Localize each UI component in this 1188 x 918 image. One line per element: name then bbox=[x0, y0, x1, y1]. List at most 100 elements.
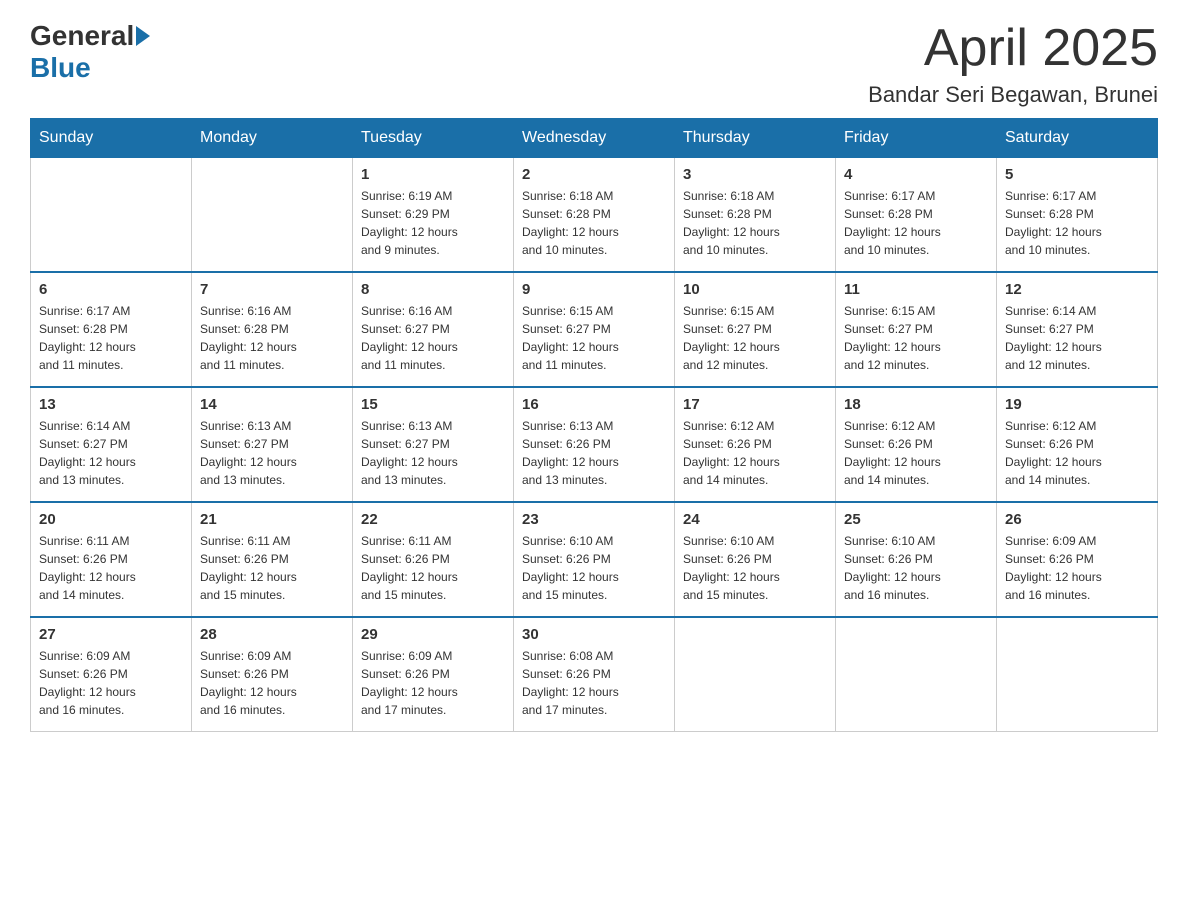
calendar-cell: 15 Sunrise: 6:13 AM Sunset: 6:27 PM Dayli… bbox=[353, 387, 514, 502]
day-number: 24 bbox=[683, 511, 827, 528]
calendar-cell bbox=[997, 617, 1158, 732]
logo-blue-text: Blue bbox=[30, 52, 91, 84]
day-info: Sunrise: 6:11 AM Sunset: 6:26 PM Dayligh… bbox=[39, 532, 183, 604]
day-number: 16 bbox=[522, 396, 666, 413]
calendar-table: SundayMondayTuesdayWednesdayThursdayFrid… bbox=[30, 118, 1158, 732]
calendar-cell: 9 Sunrise: 6:15 AM Sunset: 6:27 PM Daylig… bbox=[514, 272, 675, 387]
day-info: Sunrise: 6:12 AM Sunset: 6:26 PM Dayligh… bbox=[844, 417, 988, 489]
calendar-cell: 13 Sunrise: 6:14 AM Sunset: 6:27 PM Dayli… bbox=[31, 387, 192, 502]
day-info: Sunrise: 6:16 AM Sunset: 6:28 PM Dayligh… bbox=[200, 302, 344, 374]
calendar-header-row: SundayMondayTuesdayWednesdayThursdayFrid… bbox=[31, 119, 1158, 158]
day-number: 29 bbox=[361, 626, 505, 643]
calendar-cell: 24 Sunrise: 6:10 AM Sunset: 6:26 PM Dayli… bbox=[675, 502, 836, 617]
day-info: Sunrise: 6:13 AM Sunset: 6:26 PM Dayligh… bbox=[522, 417, 666, 489]
calendar-cell: 27 Sunrise: 6:09 AM Sunset: 6:26 PM Dayli… bbox=[31, 617, 192, 732]
calendar-cell bbox=[836, 617, 997, 732]
calendar-week-row: 27 Sunrise: 6:09 AM Sunset: 6:26 PM Dayli… bbox=[31, 617, 1158, 732]
day-info: Sunrise: 6:09 AM Sunset: 6:26 PM Dayligh… bbox=[361, 647, 505, 719]
day-info: Sunrise: 6:15 AM Sunset: 6:27 PM Dayligh… bbox=[522, 302, 666, 374]
logo-general-text: General bbox=[30, 20, 134, 52]
day-info: Sunrise: 6:12 AM Sunset: 6:26 PM Dayligh… bbox=[1005, 417, 1149, 489]
day-info: Sunrise: 6:14 AM Sunset: 6:27 PM Dayligh… bbox=[1005, 302, 1149, 374]
calendar-cell bbox=[675, 617, 836, 732]
day-number: 11 bbox=[844, 281, 988, 298]
day-info: Sunrise: 6:09 AM Sunset: 6:26 PM Dayligh… bbox=[200, 647, 344, 719]
day-number: 22 bbox=[361, 511, 505, 528]
calendar-cell: 20 Sunrise: 6:11 AM Sunset: 6:26 PM Dayli… bbox=[31, 502, 192, 617]
day-number: 30 bbox=[522, 626, 666, 643]
calendar-cell: 23Sunrise: 6:10 AM Sunset: 6:26 PM Dayli… bbox=[514, 502, 675, 617]
calendar-cell: 28 Sunrise: 6:09 AM Sunset: 6:26 PM Dayli… bbox=[192, 617, 353, 732]
day-number: 26 bbox=[1005, 511, 1149, 528]
day-info: Sunrise: 6:17 AM Sunset: 6:28 PM Dayligh… bbox=[1005, 187, 1149, 259]
day-info: Sunrise: 6:10 AM Sunset: 6:26 PM Dayligh… bbox=[844, 532, 988, 604]
day-number: 21 bbox=[200, 511, 344, 528]
day-number: 9 bbox=[522, 281, 666, 298]
day-number: 1 bbox=[361, 166, 505, 183]
day-info: Sunrise: 6:10 AM Sunset: 6:26 PM Dayligh… bbox=[522, 532, 666, 604]
day-number: 8 bbox=[361, 281, 505, 298]
day-number: 5 bbox=[1005, 166, 1149, 183]
day-info: Sunrise: 6:15 AM Sunset: 6:27 PM Dayligh… bbox=[683, 302, 827, 374]
calendar-header-friday: Friday bbox=[836, 119, 997, 158]
calendar-cell: 16 Sunrise: 6:13 AM Sunset: 6:26 PM Dayli… bbox=[514, 387, 675, 502]
calendar-week-row: 13 Sunrise: 6:14 AM Sunset: 6:27 PM Dayli… bbox=[31, 387, 1158, 502]
day-number: 10 bbox=[683, 281, 827, 298]
day-number: 19 bbox=[1005, 396, 1149, 413]
calendar-cell bbox=[31, 158, 192, 273]
day-number: 14 bbox=[200, 396, 344, 413]
day-number: 28 bbox=[200, 626, 344, 643]
calendar-cell: 25 Sunrise: 6:10 AM Sunset: 6:26 PM Dayli… bbox=[836, 502, 997, 617]
day-info: Sunrise: 6:13 AM Sunset: 6:27 PM Dayligh… bbox=[200, 417, 344, 489]
calendar-cell: 26 Sunrise: 6:09 AM Sunset: 6:26 PM Dayli… bbox=[997, 502, 1158, 617]
day-info: Sunrise: 6:19 AM Sunset: 6:29 PM Dayligh… bbox=[361, 187, 505, 259]
calendar-cell: 17Sunrise: 6:12 AM Sunset: 6:26 PM Dayli… bbox=[675, 387, 836, 502]
day-number: 15 bbox=[361, 396, 505, 413]
day-info: Sunrise: 6:11 AM Sunset: 6:26 PM Dayligh… bbox=[361, 532, 505, 604]
calendar-cell: 11Sunrise: 6:15 AM Sunset: 6:27 PM Dayli… bbox=[836, 272, 997, 387]
calendar-cell: 1 Sunrise: 6:19 AM Sunset: 6:29 PM Daylig… bbox=[353, 158, 514, 273]
calendar-cell: 8 Sunrise: 6:16 AM Sunset: 6:27 PM Daylig… bbox=[353, 272, 514, 387]
title-section: April 2025 Bandar Seri Begawan, Brunei bbox=[868, 20, 1158, 108]
day-info: Sunrise: 6:17 AM Sunset: 6:28 PM Dayligh… bbox=[844, 187, 988, 259]
month-title: April 2025 bbox=[868, 20, 1158, 77]
day-number: 4 bbox=[844, 166, 988, 183]
day-info: Sunrise: 6:08 AM Sunset: 6:26 PM Dayligh… bbox=[522, 647, 666, 719]
location-title: Bandar Seri Begawan, Brunei bbox=[868, 82, 1158, 108]
day-info: Sunrise: 6:16 AM Sunset: 6:27 PM Dayligh… bbox=[361, 302, 505, 374]
calendar-week-row: 6Sunrise: 6:17 AM Sunset: 6:28 PM Daylig… bbox=[31, 272, 1158, 387]
calendar-cell: 4 Sunrise: 6:17 AM Sunset: 6:28 PM Daylig… bbox=[836, 158, 997, 273]
day-info: Sunrise: 6:09 AM Sunset: 6:26 PM Dayligh… bbox=[39, 647, 183, 719]
day-info: Sunrise: 6:11 AM Sunset: 6:26 PM Dayligh… bbox=[200, 532, 344, 604]
day-number: 25 bbox=[844, 511, 988, 528]
day-number: 6 bbox=[39, 281, 183, 298]
calendar-week-row: 20 Sunrise: 6:11 AM Sunset: 6:26 PM Dayli… bbox=[31, 502, 1158, 617]
day-number: 13 bbox=[39, 396, 183, 413]
day-number: 12 bbox=[1005, 281, 1149, 298]
day-number: 3 bbox=[683, 166, 827, 183]
page-header: General Blue April 2025 Bandar Seri Bega… bbox=[30, 20, 1158, 108]
day-info: Sunrise: 6:13 AM Sunset: 6:27 PM Dayligh… bbox=[361, 417, 505, 489]
day-info: Sunrise: 6:09 AM Sunset: 6:26 PM Dayligh… bbox=[1005, 532, 1149, 604]
calendar-cell: 21 Sunrise: 6:11 AM Sunset: 6:26 PM Dayli… bbox=[192, 502, 353, 617]
calendar-cell: 18Sunrise: 6:12 AM Sunset: 6:26 PM Dayli… bbox=[836, 387, 997, 502]
calendar-cell: 30 Sunrise: 6:08 AM Sunset: 6:26 PM Dayli… bbox=[514, 617, 675, 732]
calendar-cell bbox=[192, 158, 353, 273]
calendar-cell: 22 Sunrise: 6:11 AM Sunset: 6:26 PM Dayli… bbox=[353, 502, 514, 617]
day-number: 27 bbox=[39, 626, 183, 643]
calendar-header-thursday: Thursday bbox=[675, 119, 836, 158]
calendar-header-saturday: Saturday bbox=[997, 119, 1158, 158]
day-info: Sunrise: 6:14 AM Sunset: 6:27 PM Dayligh… bbox=[39, 417, 183, 489]
calendar-cell: 7Sunrise: 6:16 AM Sunset: 6:28 PM Daylig… bbox=[192, 272, 353, 387]
day-info: Sunrise: 6:10 AM Sunset: 6:26 PM Dayligh… bbox=[683, 532, 827, 604]
day-info: Sunrise: 6:12 AM Sunset: 6:26 PM Dayligh… bbox=[683, 417, 827, 489]
day-info: Sunrise: 6:18 AM Sunset: 6:28 PM Dayligh… bbox=[522, 187, 666, 259]
calendar-cell: 3 Sunrise: 6:18 AM Sunset: 6:28 PM Daylig… bbox=[675, 158, 836, 273]
day-info: Sunrise: 6:18 AM Sunset: 6:28 PM Dayligh… bbox=[683, 187, 827, 259]
calendar-cell: 14 Sunrise: 6:13 AM Sunset: 6:27 PM Dayli… bbox=[192, 387, 353, 502]
day-number: 20 bbox=[39, 511, 183, 528]
calendar-cell: 12 Sunrise: 6:14 AM Sunset: 6:27 PM Dayli… bbox=[997, 272, 1158, 387]
calendar-header-wednesday: Wednesday bbox=[514, 119, 675, 158]
logo-arrow-icon bbox=[136, 26, 150, 46]
calendar-cell: 19 Sunrise: 6:12 AM Sunset: 6:26 PM Dayli… bbox=[997, 387, 1158, 502]
